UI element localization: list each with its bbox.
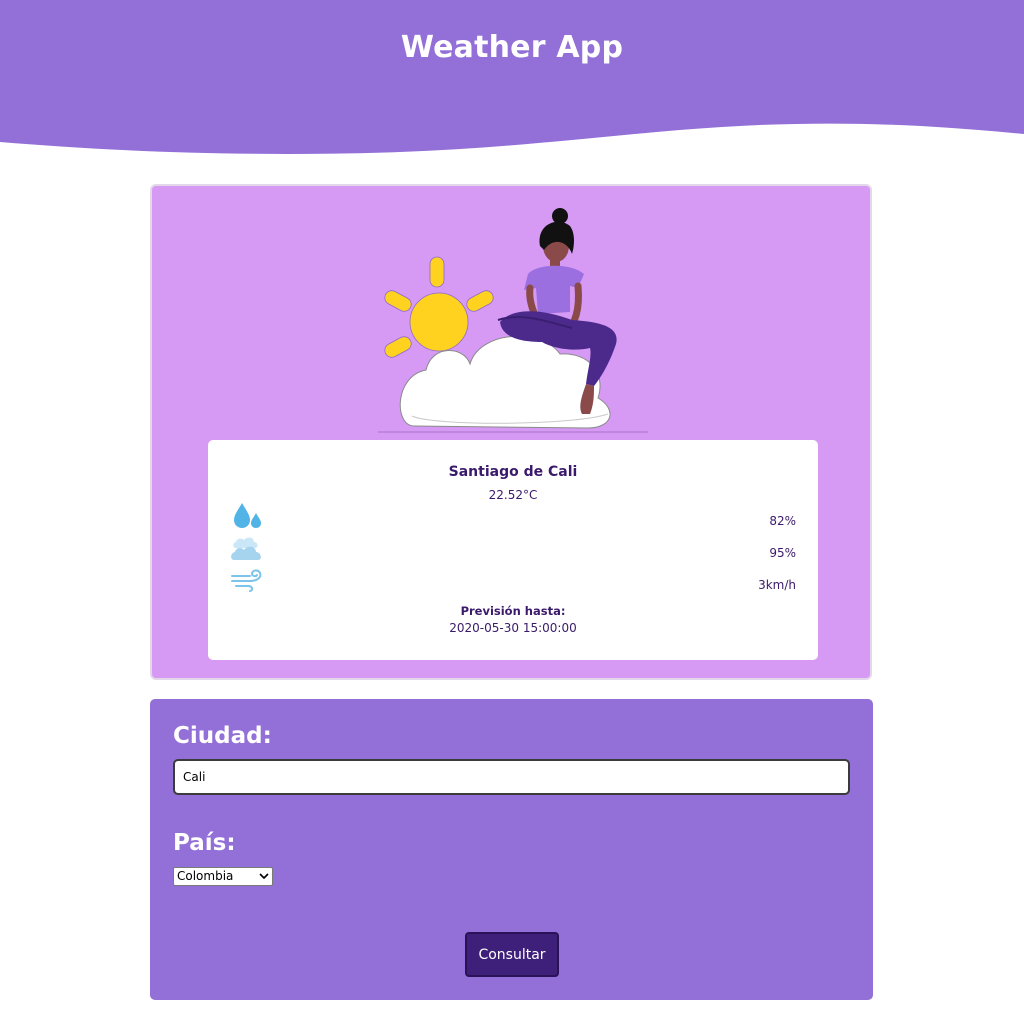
clouds-row: 95% [230, 534, 796, 562]
wind-row: 3km/h [230, 566, 796, 594]
humidity-value: 82% [769, 514, 796, 528]
city-name: Santiago de Cali [448, 464, 578, 480]
country-select[interactable]: Colombia [173, 867, 273, 886]
consultar-button[interactable]: Consultar [465, 932, 559, 977]
woman-on-cloud-illustration [378, 208, 648, 433]
clouds-value: 95% [769, 546, 796, 560]
country-select-value: Colombia [177, 869, 234, 883]
wind-value: 3km/h [758, 578, 796, 592]
country-label: País: [173, 830, 236, 856]
chevron-down-icon [259, 873, 269, 880]
app-header: Weather App [0, 0, 1024, 170]
city-label: Ciudad: [173, 723, 272, 749]
humidity-drops-icon [234, 503, 261, 528]
header-wave-background [0, 0, 1024, 154]
temperature-value: 22.52°C [488, 488, 538, 502]
city-input[interactable] [173, 759, 850, 795]
wind-icon [231, 569, 262, 592]
humidity-row: 82% [230, 502, 796, 530]
app-title: Weather App [400, 30, 624, 65]
clouds-icon [231, 537, 261, 560]
forecast-label: Previsión hasta: [460, 604, 566, 618]
weather-card: Santiago de Cali 22.52°C 82% 95% 3km/h P… [150, 184, 872, 680]
forecast-date: 2020-05-30 15:00:00 [449, 621, 577, 635]
weather-info-panel: Santiago de Cali 22.52°C 82% 95% 3km/h P… [208, 440, 818, 660]
search-form: Ciudad: País: Colombia Consultar [150, 699, 873, 1000]
